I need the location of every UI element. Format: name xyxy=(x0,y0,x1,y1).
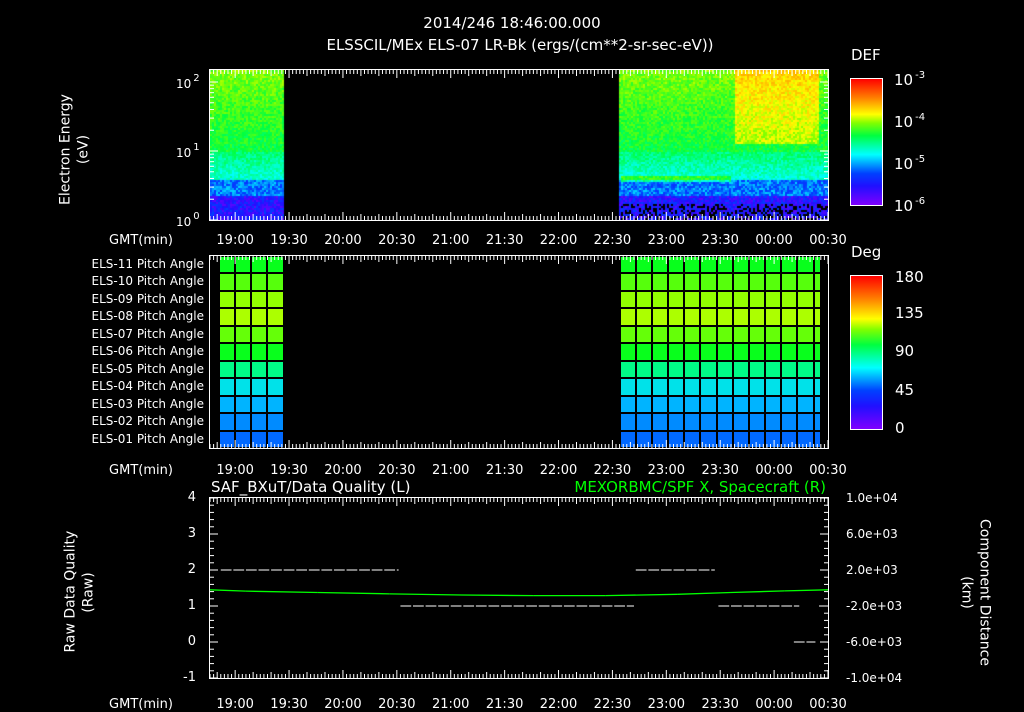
time-axis-1-tick-label: 22:00 xyxy=(539,233,578,248)
time-axis-3-tick-label: 22:30 xyxy=(593,697,632,712)
time-axis-1-tick-label: 21:30 xyxy=(485,233,524,248)
time-axis-3-tick-label: 19:00 xyxy=(216,697,254,712)
time-axis-3-tick-label: 20:30 xyxy=(378,697,416,712)
time-axis-3-tick-label: 22:00 xyxy=(539,697,578,712)
time-axis-1-tick-label: 00:00 xyxy=(755,233,793,248)
time-axis-1-tick-label: 22:30 xyxy=(593,233,632,248)
time-axis-2-tick-label: 22:00 xyxy=(539,463,578,478)
time-axis-2-label: GMT(min) xyxy=(109,463,173,478)
time-axis-2-tick-label: 00:00 xyxy=(755,463,793,478)
time-axis-2-tick-label: 20:30 xyxy=(378,463,416,478)
time-axis-3-tick-label: 00:00 xyxy=(755,697,793,712)
time-axis-2-tick-label: 23:00 xyxy=(647,463,686,478)
time-axis-2-tick-label: 20:00 xyxy=(324,463,362,478)
time-axis-1-tick-label: 20:00 xyxy=(324,233,362,248)
time-axis-2-tick-label: 19:30 xyxy=(270,463,308,478)
time-axis-3-tick-label: 20:00 xyxy=(324,697,362,712)
time-axis-2-tick-label: 19:00 xyxy=(216,463,254,478)
time-axis-1-tick-label: 19:00 xyxy=(216,233,254,248)
time-axis-2-tick-label: 21:00 xyxy=(431,463,470,478)
time-axis-2-tick-label: 22:30 xyxy=(593,463,632,478)
time-axis-3-tick-label: 23:30 xyxy=(701,697,739,712)
time-axis-1-label: GMT(min) xyxy=(109,233,173,248)
time-axis-2-tick-label: 23:30 xyxy=(701,463,739,478)
time-axis-3-label: GMT(min) xyxy=(109,697,173,712)
time-axis-1-tick-label: 23:30 xyxy=(701,233,739,248)
time-axis-2-tick-label: 00:30 xyxy=(809,463,847,478)
time-axis-3-tick-label: 21:30 xyxy=(485,697,524,712)
time-axis-1-tick-label: 23:00 xyxy=(647,233,686,248)
time-axis-1-tick-label: 20:30 xyxy=(378,233,416,248)
line-panel-frame xyxy=(209,497,829,679)
time-axis-2-tick-label: 21:30 xyxy=(485,463,524,478)
time-axis-3-tick-label: 23:00 xyxy=(647,697,686,712)
time-axis-3-tick-label: 19:30 xyxy=(270,697,308,712)
time-axis-3-tick-label: 21:00 xyxy=(431,697,470,712)
time-axis-1-tick-label: 00:30 xyxy=(809,233,847,248)
time-axis-1-tick-label: 19:30 xyxy=(270,233,308,248)
time-axis-1-tick-label: 21:00 xyxy=(431,233,470,248)
time-axis-3-tick-label: 00:30 xyxy=(809,697,847,712)
